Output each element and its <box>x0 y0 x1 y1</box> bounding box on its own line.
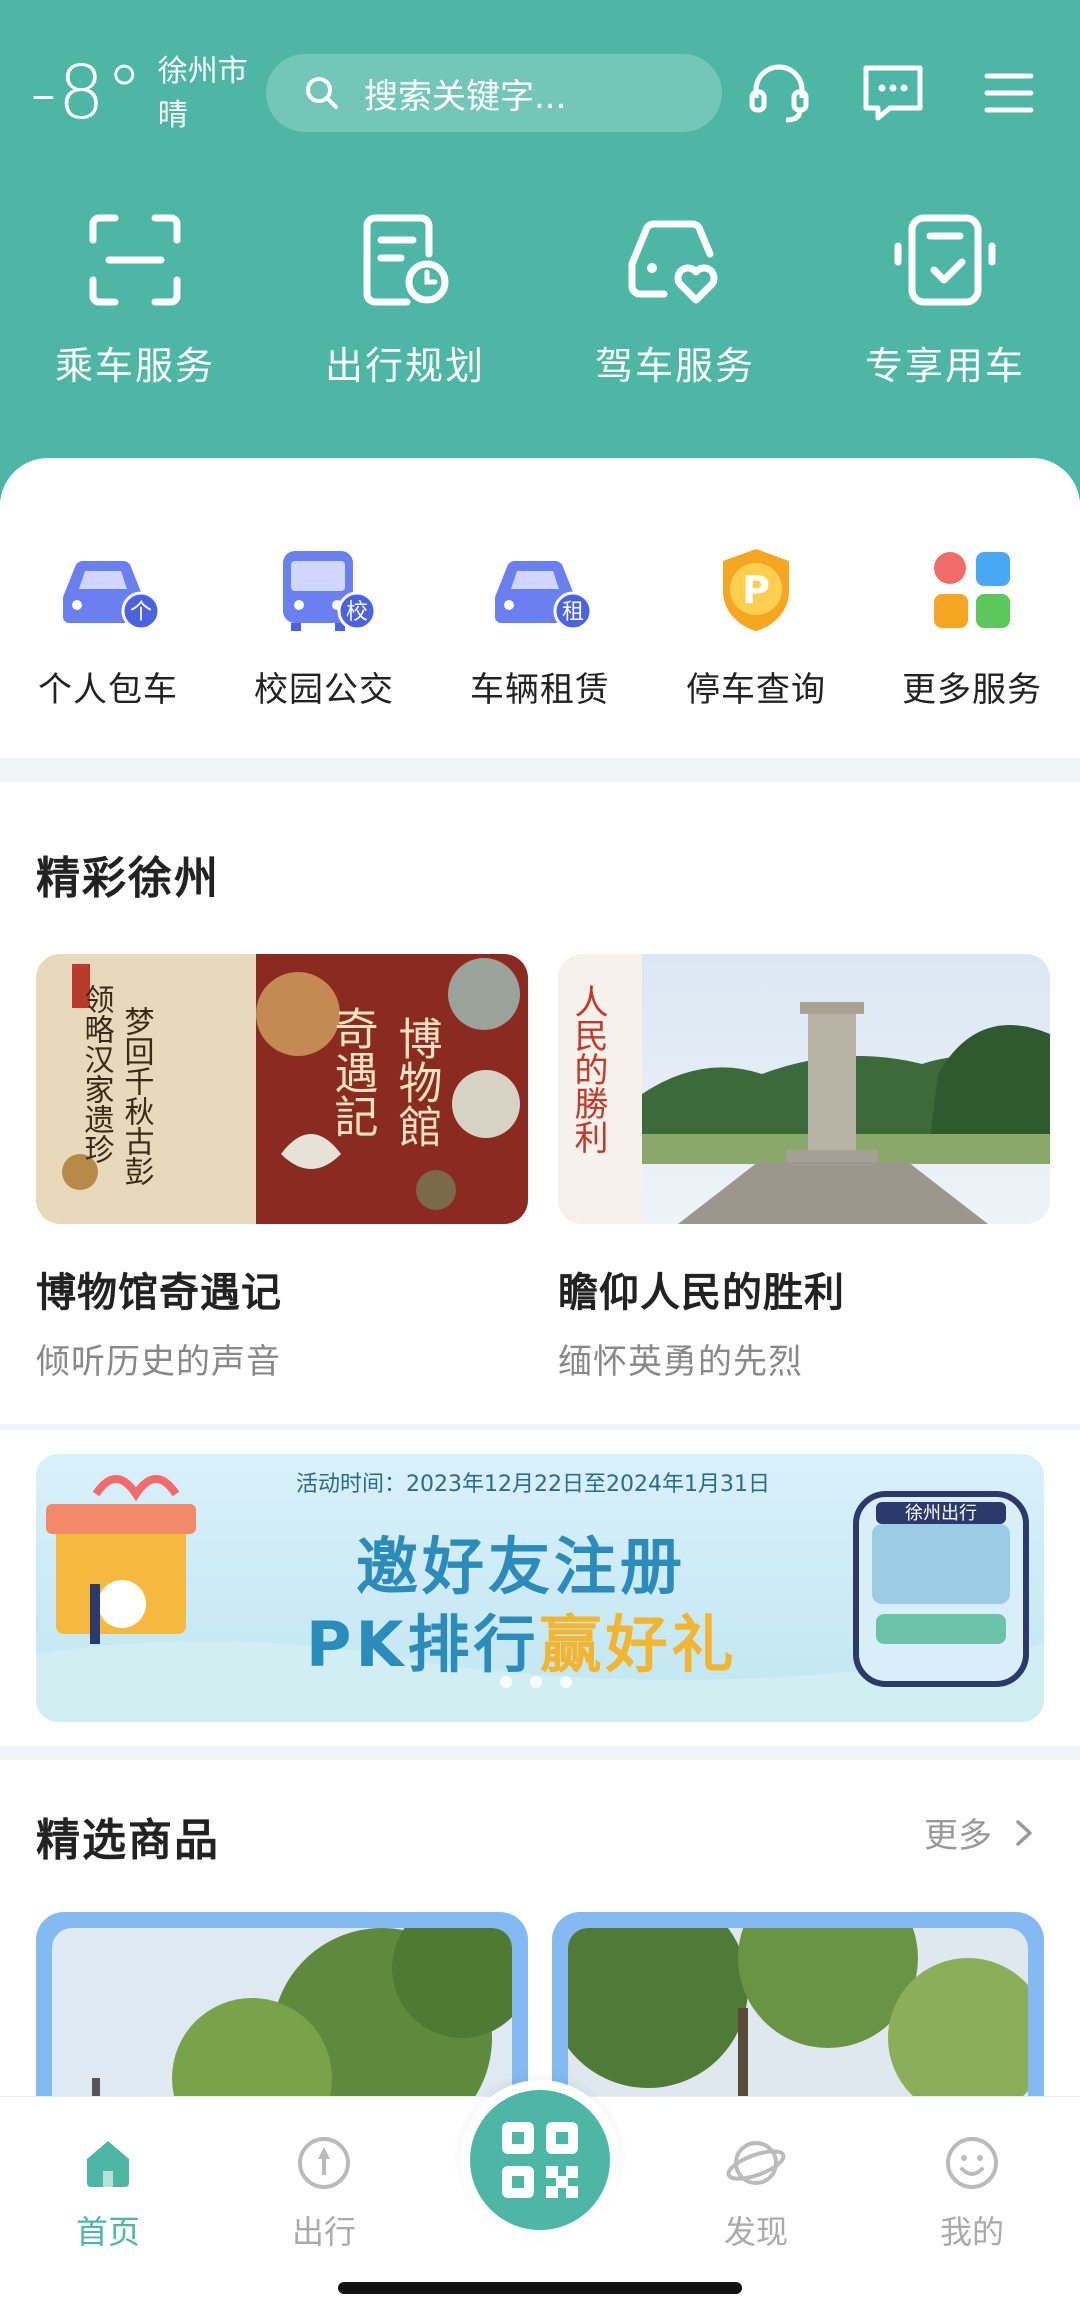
service-label: 停车查询 <box>686 670 826 710</box>
quick-actions: 乘车服务 出行规划 驾车服务 专享用车 <box>0 205 1080 390</box>
parking-icon: P <box>701 540 811 640</box>
car-icon: 租 <box>485 540 595 640</box>
card-title: 博物馆奇遇记 <box>36 1270 282 1316</box>
compass-icon <box>292 2131 356 2195</box>
featured-card-memorial[interactable]: 人民的勝利 <box>558 954 1050 1224</box>
service-campus-bus[interactable]: 校 校园公交 <box>216 540 432 711</box>
quick-action-exclusive[interactable]: 专享用车 <box>810 205 1080 390</box>
service-rental[interactable]: 租 车辆租赁 <box>432 540 648 711</box>
service-charter[interactable]: 个 个人包车 <box>0 540 216 711</box>
quick-action-drive[interactable]: 驾车服务 <box>540 205 810 390</box>
search-placeholder: 搜索关键字... <box>364 76 567 117</box>
grid-icon <box>917 540 1027 640</box>
search-input[interactable]: 搜索关键字... <box>266 54 722 132</box>
banner-subheadline: PK排行赢好礼 <box>306 1608 738 1681</box>
tab-mine[interactable]: 我的 <box>912 2131 1032 2253</box>
svg-text:梦回千秋古彭: 梦回千秋古彭 <box>119 1006 155 1186</box>
weather-condition: 晴 <box>157 98 188 133</box>
card-title: 瞻仰人民的胜利 <box>558 1270 845 1316</box>
tab-discover[interactable]: 发现 <box>696 2131 816 2253</box>
quick-action-plan[interactable]: 出行规划 <box>270 205 540 390</box>
more-link[interactable]: 更多 <box>924 1808 1040 1857</box>
svg-text:人民的勝利: 人民的勝利 <box>568 984 608 1154</box>
svg-text:租: 租 <box>562 600 584 625</box>
featured-section: 精彩徐州 梦回千秋古彭 领略汉家遗珍 奇遇記 博物館 人民的勝利 博物馆奇遇记 … <box>0 782 1080 1424</box>
banner-headline: 邀好友注册 <box>356 1530 687 1603</box>
scan-icon <box>80 205 190 315</box>
home-indicator <box>338 2282 742 2294</box>
card-subtitle: 缅怀英勇的先烈 <box>558 1342 803 1382</box>
service-label: 个人包车 <box>38 670 178 710</box>
quick-action-label: 乘车服务 <box>54 344 215 388</box>
svg-text:P: P <box>742 568 770 612</box>
weather-widget[interactable]: -8° 徐州市 晴 <box>30 48 248 138</box>
home-icon <box>76 2131 140 2195</box>
message-icon[interactable] <box>858 58 928 128</box>
car-icon: 个 <box>53 540 163 640</box>
svg-text:徐州出行: 徐州出行 <box>905 1503 977 1524</box>
banner-date: 活动时间：2023年12月22日至2024年1月31日 <box>296 1472 770 1497</box>
quick-action-ride[interactable]: 乘车服务 <box>0 205 270 390</box>
memorial-image: 人民的勝利 <box>558 954 1050 1224</box>
phone-car-icon <box>890 205 1000 315</box>
menu-icon[interactable] <box>974 58 1044 128</box>
museum-image: 梦回千秋古彭 领略汉家遗珍 奇遇記 博物館 <box>36 954 528 1224</box>
planet-icon <box>724 2131 788 2195</box>
qr-code-icon <box>502 2122 578 2198</box>
headset-icon[interactable] <box>744 58 814 128</box>
tab-travel[interactable]: 出行 <box>264 2131 384 2253</box>
trip-plan-icon <box>350 205 460 315</box>
tab-label: 首页 <box>75 2213 140 2251</box>
card-subtitle: 倾听历史的声音 <box>36 1342 281 1382</box>
city-name: 徐州市 <box>157 54 248 89</box>
search-icon <box>306 77 338 109</box>
bus-icon: 校 <box>269 540 379 640</box>
temperature: -8° <box>30 50 144 136</box>
tab-label: 发现 <box>723 2213 788 2251</box>
tab-label: 出行 <box>291 2213 356 2251</box>
svg-text:个: 个 <box>130 600 152 625</box>
chevron-right-icon <box>1016 1819 1032 1846</box>
svg-text:博物館: 博物館 <box>391 1016 442 1148</box>
promo-banner-area: 徐州出行 活动时间：2023年12月22日至2024年1月31日 邀好友注册 P… <box>0 1430 1080 1746</box>
service-label: 更多服务 <box>902 670 1042 710</box>
quick-action-label: 出行规划 <box>324 344 485 388</box>
smile-icon <box>940 2131 1004 2195</box>
svg-text:校: 校 <box>346 600 368 625</box>
svg-text:领略汉家遗珍: 领略汉家遗珍 <box>79 984 115 1164</box>
section-title: 精选商品 <box>36 1815 220 1866</box>
service-more[interactable]: 更多服务 <box>864 540 1080 711</box>
section-title: 精彩徐州 <box>36 853 220 904</box>
car-heart-icon <box>620 205 730 315</box>
qr-code-button[interactable] <box>460 2080 620 2240</box>
service-label: 校园公交 <box>254 670 394 710</box>
service-label: 车辆租赁 <box>470 670 610 710</box>
svg-text:奇遇記: 奇遇記 <box>327 1006 378 1138</box>
tab-home[interactable]: 首页 <box>48 2131 168 2253</box>
tab-label: 我的 <box>939 2213 1004 2251</box>
services-panel: 个 个人包车 校 校园公交 租 车辆租赁 P 停车查询 更多服务 <box>0 458 1080 758</box>
promo-banner[interactable]: 徐州出行 活动时间：2023年12月22日至2024年1月31日 邀好友注册 P… <box>36 1454 1044 1722</box>
quick-action-label: 驾车服务 <box>594 344 755 388</box>
header-area: -8° 徐州市 晴 搜索关键字... 乘车服务 出行规划 驾车服务 专享用车 <box>0 0 1080 500</box>
featured-card-museum[interactable]: 梦回千秋古彭 领略汉家遗珍 奇遇記 博物館 <box>36 954 528 1224</box>
service-parking[interactable]: P 停车查询 <box>648 540 864 711</box>
quick-action-label: 专享用车 <box>864 344 1025 388</box>
